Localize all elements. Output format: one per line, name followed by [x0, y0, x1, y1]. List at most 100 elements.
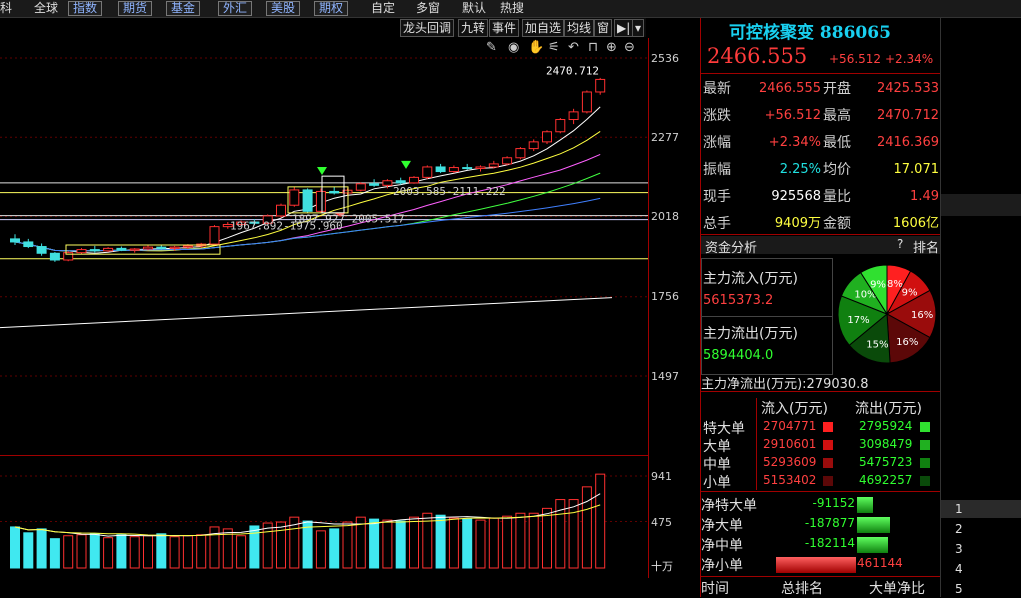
pie-label: 9% [870, 279, 886, 290]
footer-tab-2[interactable]: 大单净比 [869, 578, 925, 598]
quote-label: 最新 [703, 81, 731, 97]
quote-value: 925568 [771, 189, 821, 204]
volume-bar [581, 486, 592, 569]
side-rank-list: 1 2 3 4 5 [940, 18, 1021, 597]
table-divider [756, 398, 757, 490]
flow-in-swatch [823, 422, 833, 432]
volume-bar [10, 526, 20, 569]
side-item-1[interactable]: 2 [955, 522, 963, 536]
flow-in-value: 2704771 [763, 419, 817, 433]
top-tab-0[interactable]: 科 [0, 0, 12, 16]
flow-out-swatch [920, 476, 930, 486]
quote-label: 开盘 [823, 81, 851, 97]
candle [595, 77, 606, 95]
quote-value: 1.49 [910, 189, 939, 204]
top-tab-4[interactable]: 基金 [166, 1, 201, 16]
toolbar-btn-1[interactable]: 九转 [458, 19, 489, 37]
candle [143, 245, 153, 251]
toolbar-btn-2[interactable]: 事件 [489, 19, 520, 37]
flow-in-value: 5293609 [763, 455, 817, 469]
top-tab-11[interactable]: 热搜 [500, 0, 524, 16]
flow-out-swatch [920, 440, 930, 450]
volume-bar [369, 518, 380, 569]
col-inflow: 流入(万元) [761, 401, 828, 417]
volume-bar [182, 535, 193, 569]
top-tab-8[interactable]: 自定 [371, 0, 395, 16]
flow-row-name: 大单 [703, 439, 731, 455]
candle [89, 245, 100, 253]
volume-bar [488, 517, 499, 569]
footer-tab-0[interactable]: 时间 [701, 578, 729, 598]
quote-value: +56.512 [764, 108, 821, 123]
quote-label: 量比 [823, 189, 851, 205]
pie-label: 17% [847, 315, 869, 326]
candle [49, 252, 60, 262]
flow-in-swatch [823, 476, 833, 486]
inflow-label: 主力流入(万元) [703, 271, 798, 287]
candle [502, 156, 513, 166]
chart-toolbar: 龙头回调 九转 事件 加自选 均线窗 ▶| ▾ [400, 18, 646, 37]
help-button[interactable]: ? [897, 237, 903, 251]
dropdown-icon[interactable]: ▾ [632, 19, 645, 37]
flow-in-swatch [823, 458, 833, 468]
toolbar-btn-4[interactable]: 均线 [564, 19, 595, 37]
top-tab-2[interactable]: 指数 [68, 1, 103, 16]
flow-in-value: 5153402 [763, 473, 817, 487]
side-item-0[interactable]: 1 [955, 502, 963, 516]
top-tab-1[interactable]: 全球 [34, 0, 58, 16]
outflow-value: 5894404.0 [703, 348, 774, 363]
net-row-name: 净大单 [701, 518, 743, 534]
flow-in-value: 2910601 [763, 437, 817, 451]
top-tab-6[interactable]: 美股 [266, 1, 301, 16]
quote-value: 2416.369 [876, 135, 939, 150]
toolbar-btn-0[interactable]: 龙头回调 [400, 19, 455, 37]
net-bar [776, 557, 856, 573]
top-tab-5[interactable]: 外汇 [218, 1, 253, 16]
net-row-name: 净小单 [701, 558, 743, 574]
quote-value: 2.25% [779, 162, 821, 177]
split-icon[interactable]: ▶| [614, 19, 634, 37]
net-value: -182114 [804, 536, 855, 550]
volume-bar [382, 519, 393, 569]
quote-label: 涨幅 [703, 135, 731, 151]
candle [289, 186, 300, 207]
candle [103, 247, 114, 253]
side-row[interactable] [941, 500, 1021, 518]
side-row[interactable] [941, 560, 1021, 578]
col-outflow: 流出(万元) [855, 401, 922, 417]
fund-pie-chart: 8%9%16%16%15%17%10%9% [837, 264, 937, 364]
quote-value: 17.071 [893, 162, 940, 177]
candle [302, 188, 313, 213]
footer-tab-1[interactable]: 总排名 [781, 578, 823, 598]
volume-bar [568, 499, 579, 569]
candle [315, 188, 326, 213]
top-tab-7[interactable]: 期权 [314, 1, 349, 16]
candle [10, 234, 20, 246]
quote-value: 2425.533 [876, 81, 939, 96]
side-item-3[interactable]: 4 [955, 562, 963, 576]
signal-arrow-0 [317, 166, 327, 175]
top-tab-10[interactable]: 默认 [462, 0, 486, 16]
quote-label: 均价 [823, 162, 851, 178]
volume-bar [515, 512, 526, 569]
top-tab-3[interactable]: 期货 [118, 1, 153, 16]
side-item-4[interactable]: 5 [955, 582, 963, 596]
side-row[interactable] [941, 580, 1021, 598]
flow-in-swatch [823, 440, 833, 450]
volume-bar [76, 534, 87, 569]
volume-bar [342, 521, 353, 569]
rank-button[interactable]: 排名 [913, 237, 939, 256]
toolbar-btn-5[interactable]: 窗 [594, 19, 613, 37]
flow-out-swatch [920, 458, 930, 468]
toolbar-btn-3[interactable]: 加自选 [522, 19, 565, 37]
kline-chart[interactable]: 2470.7122003.585-2111.2221897.927-2005.5… [0, 38, 648, 453]
volume-bar [435, 514, 446, 569]
quote-label: 现手 [703, 189, 731, 205]
side-row[interactable] [941, 540, 1021, 558]
side-item-2[interactable]: 3 [955, 542, 963, 556]
candle [355, 182, 366, 192]
volume-bar [23, 532, 34, 569]
side-row[interactable] [941, 520, 1021, 538]
top-tab-9[interactable]: 多窗 [416, 0, 440, 16]
volume-chart[interactable] [0, 455, 648, 578]
